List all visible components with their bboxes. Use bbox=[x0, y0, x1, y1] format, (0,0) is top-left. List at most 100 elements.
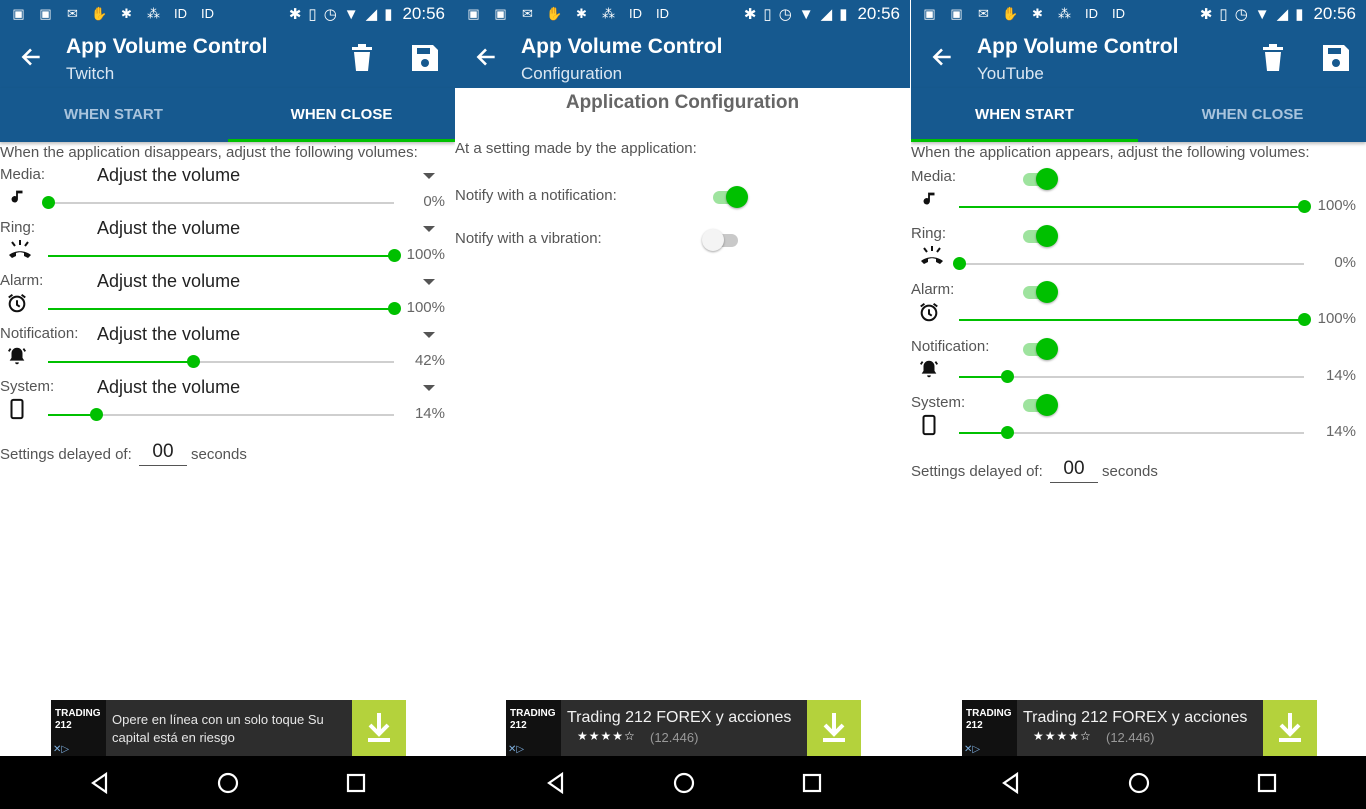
home-circle-icon[interactable] bbox=[1127, 771, 1151, 795]
switch-thumb bbox=[702, 229, 724, 251]
volume-slider[interactable] bbox=[42, 196, 394, 209]
vibration-toggle-switch[interactable] bbox=[702, 228, 742, 251]
tab-when-start[interactable]: WHEN START bbox=[911, 88, 1138, 142]
smartphone-icon bbox=[6, 397, 28, 421]
gallery-icon: ▣ bbox=[467, 6, 480, 21]
chevron-down-icon[interactable] bbox=[423, 385, 435, 391]
switch-thumb bbox=[726, 186, 748, 208]
volume-toggle-switch[interactable] bbox=[1021, 167, 1059, 190]
volume-slider[interactable] bbox=[959, 426, 1304, 439]
status-notification-icons: ▣ ▣ ✉ ✋ ✱ ⁂ ID ID bbox=[10, 5, 216, 22]
image-icon: ▣ bbox=[950, 6, 963, 21]
delete-icon[interactable] bbox=[1261, 43, 1285, 73]
back-triangle-icon[interactable] bbox=[544, 771, 568, 795]
status-notification-icons: ▣ ▣ ✉ ✋ ✱ ⁂ ID ID bbox=[465, 5, 671, 22]
back-arrow-icon[interactable] bbox=[473, 42, 499, 72]
app-title: App Volume Control bbox=[521, 35, 723, 58]
back-arrow-icon[interactable] bbox=[18, 42, 44, 72]
alarm-status-icon: ◷ bbox=[323, 6, 337, 23]
recents-square-icon[interactable] bbox=[800, 771, 824, 795]
tab-when-close[interactable]: WHEN CLOSE bbox=[1139, 88, 1366, 142]
screenshot-root: ▣ ▣ ✉ ✋ ✱ ⁂ ID ID ✱ ▯ ◷ ▼ ◢ ▮ 20:56 App Volume Control T… bbox=[0, 0, 1366, 809]
volume-mode-dropdown[interactable]: Adjust the volume bbox=[97, 165, 240, 186]
ad-download-button[interactable] bbox=[807, 700, 861, 756]
save-icon[interactable] bbox=[1321, 43, 1351, 73]
ad-rating-stars: ★★★★☆ bbox=[577, 729, 636, 743]
mail-icon: ✉ bbox=[522, 6, 533, 21]
volume-mode-dropdown[interactable]: Adjust the volume bbox=[97, 218, 240, 239]
trading212-logo: TRADING 212 ✕▷ bbox=[506, 700, 561, 756]
recents-square-icon[interactable] bbox=[1255, 771, 1279, 795]
slider-thumb[interactable] bbox=[90, 408, 104, 421]
home-circle-icon[interactable] bbox=[672, 771, 696, 795]
alarm-status-icon: ◷ bbox=[1234, 6, 1248, 23]
back-triangle-icon[interactable] bbox=[88, 771, 112, 795]
app-bar: App Volume Control Configuration bbox=[455, 29, 910, 88]
volume-slider[interactable] bbox=[48, 408, 394, 421]
slider-thumb[interactable] bbox=[1001, 426, 1015, 439]
delay-seconds-input[interactable]: 00 bbox=[139, 441, 187, 466]
ad-banner[interactable]: TRADING 212 ✕▷ Opere en línea con un solo … bbox=[51, 700, 406, 756]
volume-mode-dropdown[interactable]: Adjust the volume bbox=[97, 324, 240, 345]
volume-toggle-switch[interactable] bbox=[1021, 280, 1059, 303]
ad-choices-icon[interactable]: ✕▷ bbox=[964, 744, 980, 755]
volume-slider[interactable] bbox=[959, 369, 1304, 383]
ad-choices-icon[interactable]: ✕▷ bbox=[53, 744, 69, 755]
volume-slider[interactable] bbox=[953, 256, 1304, 270]
volume-mode-dropdown[interactable]: Adjust the volume bbox=[97, 377, 240, 398]
slider-thumb[interactable] bbox=[953, 256, 966, 270]
volume-slider[interactable] bbox=[959, 313, 1311, 326]
status-bar: ▣ ▣ ✉ ✋ ✱ ⁂ ID ID ✱ ▯ ◷ ▼ ◢ ▮ 20:56 bbox=[455, 0, 910, 29]
app-title: App Volume Control bbox=[66, 35, 268, 58]
delay-unit: seconds bbox=[191, 446, 247, 463]
chevron-down-icon[interactable] bbox=[423, 173, 435, 179]
volume-percentage: 100% bbox=[1317, 197, 1356, 214]
gear-icon: ✱ bbox=[576, 6, 587, 21]
volume-mode-dropdown[interactable]: Adjust the volume bbox=[97, 271, 240, 292]
recents-square-icon[interactable] bbox=[344, 771, 368, 795]
slider-thumb[interactable] bbox=[42, 196, 55, 209]
share-icon: ⁂ bbox=[147, 6, 160, 21]
intro-text: When the application disappears, adjust … bbox=[0, 144, 418, 161]
app-title: App Volume Control bbox=[977, 35, 1179, 58]
volume-toggle-switch[interactable] bbox=[1021, 393, 1059, 416]
wifi-icon: ▼ bbox=[1254, 5, 1270, 23]
delay-seconds-input[interactable]: 00 bbox=[1050, 458, 1098, 483]
chevron-down-icon[interactable] bbox=[423, 332, 435, 338]
back-triangle-icon[interactable] bbox=[999, 771, 1023, 795]
delete-icon[interactable] bbox=[350, 43, 374, 73]
ad-download-button[interactable] bbox=[352, 700, 406, 756]
tab-when-start[interactable]: WHEN START bbox=[0, 88, 227, 142]
volume-toggle-switch[interactable] bbox=[1021, 224, 1059, 247]
ringing-phone-icon bbox=[918, 244, 943, 268]
volume-label: Alarm: bbox=[911, 281, 955, 298]
ad-download-button[interactable] bbox=[1263, 700, 1317, 756]
notification-toggle-switch[interactable] bbox=[711, 185, 749, 208]
app-subtitle: Twitch bbox=[66, 64, 115, 83]
status-system-icons: ✱ ▯ ◷ ▼ ◢ ▮ 20:56 bbox=[744, 4, 900, 24]
volume-slider[interactable] bbox=[48, 249, 401, 262]
ad-choices-icon[interactable]: ✕▷ bbox=[508, 744, 524, 755]
tab-when-close[interactable]: WHEN CLOSE bbox=[228, 88, 455, 142]
hand-icon: ✋ bbox=[546, 6, 563, 21]
slider-thumb[interactable] bbox=[1001, 369, 1015, 383]
home-circle-icon[interactable] bbox=[216, 771, 240, 795]
switch-thumb bbox=[1036, 394, 1058, 416]
volume-slider[interactable] bbox=[48, 302, 401, 315]
volume-percentage: 0% bbox=[1334, 253, 1356, 271]
volume-slider[interactable] bbox=[959, 200, 1311, 213]
bluetooth-icon: ✱ bbox=[743, 6, 757, 23]
back-arrow-icon[interactable] bbox=[929, 42, 955, 72]
volume-toggle-switch[interactable] bbox=[1021, 337, 1059, 360]
ad-banner[interactable]: TRADING 212 ✕▷ Trading 212 FOREX y accione… bbox=[506, 700, 861, 756]
chevron-down-icon[interactable] bbox=[423, 226, 435, 232]
volume-label: Notification: bbox=[0, 325, 79, 342]
save-icon[interactable] bbox=[410, 43, 440, 73]
volume-slider[interactable] bbox=[48, 355, 394, 368]
slider-fill bbox=[48, 255, 394, 257]
ad-banner[interactable]: TRADING 212 ✕▷ Trading 212 FOREX y accione… bbox=[962, 700, 1317, 756]
chevron-down-icon[interactable] bbox=[423, 279, 435, 285]
config-option-label: Notify with a notification: bbox=[455, 187, 617, 204]
slider-thumb[interactable] bbox=[187, 355, 201, 368]
volume-label: Alarm: bbox=[0, 272, 44, 289]
